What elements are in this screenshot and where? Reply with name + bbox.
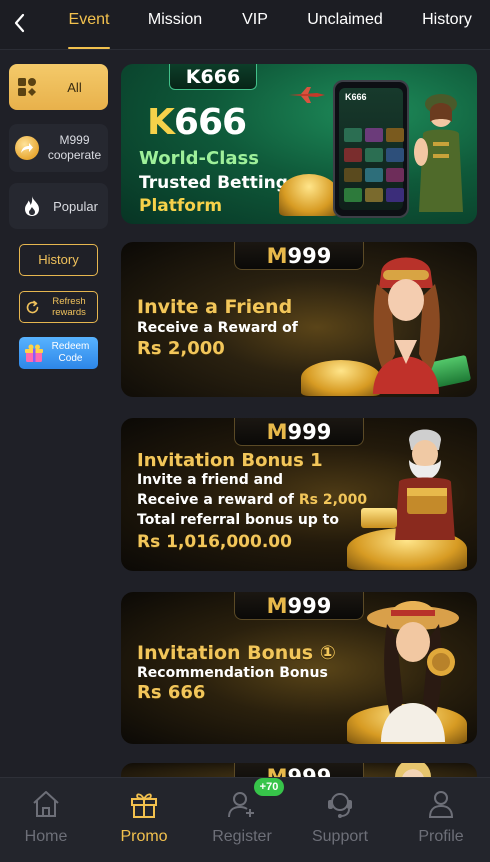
k666-logo-text: K666 <box>185 66 241 88</box>
k666-big-logo-num: 666 <box>173 102 247 143</box>
m999-logo-tab: M999 <box>234 418 364 446</box>
invite-friend-line-1: Receive a Reward of <box>137 320 298 336</box>
invitation-bonus-1-line-2: Receive a reward of Rs 2,000 <box>137 492 367 508</box>
nav-support-label: Support <box>311 828 369 845</box>
chevron-left-icon <box>14 13 25 33</box>
flame-icon <box>25 196 39 216</box>
refresh-icon <box>26 300 39 314</box>
phone-logo: K666 <box>345 92 367 102</box>
k666-line-3: Platform <box>139 196 223 216</box>
category-m999-cooperate-button[interactable]: M999 cooperate <box>9 124 108 172</box>
recommendation-bonus-amount: Rs 666 <box>137 682 206 703</box>
grid-apps-icon <box>18 78 36 96</box>
tab-mission[interactable]: Mission <box>126 0 224 50</box>
hat-girl-character-image <box>367 601 459 742</box>
aviator-girl-character-image <box>373 257 440 394</box>
m999-logo-num: 999 <box>287 420 332 444</box>
bottom-navigation: Home Promo Register Support Profile <box>0 777 490 862</box>
nav-register-label: Register <box>212 828 272 845</box>
m999-logo-m: M <box>266 594 288 618</box>
invitation-bonus-title: Invitation Bonus ① <box>137 642 336 664</box>
redeem-code-label: Redeem Code <box>51 341 90 364</box>
k666-big-logo: K666 <box>147 102 247 143</box>
top-bar: Event Mission VIP Unclaimed History <box>0 0 490 50</box>
k666-promo-banner[interactable]: K666 K666 World-Class Trusted Betting Pl… <box>121 64 477 224</box>
k666-line-1: World-Class <box>139 148 259 169</box>
headset-icon <box>328 793 352 818</box>
promo-screen: Event Mission VIP Unclaimed History All … <box>0 0 490 862</box>
m999-logo-text: M999 <box>235 420 363 444</box>
invitation-bonus-1-line-3: Total referral bonus up to <box>137 512 339 528</box>
tab-bar: Event Mission VIP Unclaimed History <box>52 0 490 50</box>
tab-history[interactable]: History <box>404 0 490 50</box>
nav-profile-label: Profile <box>418 828 464 845</box>
m999-logo-tab: M999 <box>234 242 364 270</box>
back-button[interactable] <box>8 10 34 36</box>
person-icon <box>428 791 454 818</box>
k666-line-2: Trusted Betting <box>139 173 288 193</box>
category-all-button[interactable]: All <box>9 64 108 110</box>
invitation-bonus-recommendation-banner[interactable]: M999 Invitation Bonus ① Recommendation B… <box>121 592 477 744</box>
invitation-bonus-1-line-2a: Receive a reward of <box>137 492 294 508</box>
invite-friend-banner[interactable]: M999 Invite a Friend Receive a Reward of… <box>121 242 477 397</box>
m999-logo-text: M999 <box>235 594 363 618</box>
home-icon <box>33 791 59 817</box>
tab-event[interactable]: Event <box>52 0 126 50</box>
refresh-rewards-label: Refresh rewards <box>52 296 86 318</box>
nav-promo[interactable]: Promo <box>95 778 193 862</box>
k666-big-logo-k: K <box>147 102 175 143</box>
invite-friend-title: Invite a Friend <box>137 296 293 318</box>
golden-ingot-image <box>361 508 397 528</box>
nav-promo-label: Promo <box>120 828 168 845</box>
register-bonus-badge: +70 <box>254 778 284 796</box>
m999-logo-m: M <box>266 244 288 268</box>
nav-support[interactable]: Support <box>291 778 389 862</box>
phone-mockup-image: K666 <box>333 80 409 218</box>
m999-logo-num: 999 <box>287 244 332 268</box>
category-popular-button[interactable]: Popular <box>9 183 108 229</box>
tab-vip[interactable]: VIP <box>224 0 286 50</box>
pilot-character-image <box>414 94 463 212</box>
nav-home[interactable]: Home <box>0 778 95 862</box>
nav-home-label: Home <box>24 828 68 845</box>
m999-logo-text: M999 <box>235 244 363 268</box>
invitation-bonus-1-title: Invitation Bonus 1 <box>137 450 323 471</box>
add-user-icon <box>228 792 254 818</box>
invite-friend-amount: Rs 2,000 <box>137 338 225 359</box>
invitation-bonus-1-line-2b: Rs 2,000 <box>298 492 368 508</box>
gold-treasure-image <box>279 174 339 216</box>
gift-icon <box>131 793 157 818</box>
category-all-label: All <box>67 79 82 95</box>
m999-logo-num: 999 <box>287 594 332 618</box>
tab-unclaimed[interactable]: Unclaimed <box>286 0 404 50</box>
category-popular-label: Popular <box>53 198 98 214</box>
invitation-bonus-1-banner[interactable]: M999 Invitation Bonus 1 Invite a friend … <box>121 418 477 571</box>
recommendation-bonus-line: Recommendation Bonus <box>137 665 328 681</box>
redeem-code-button[interactable]: Redeem Code <box>19 337 98 369</box>
history-button[interactable]: History <box>19 244 98 276</box>
refresh-rewards-button[interactable]: Refresh rewards <box>19 291 98 323</box>
m999-logo-tab: M999 <box>234 592 364 620</box>
invitation-bonus-1-line-1: Invite a friend and <box>137 472 284 488</box>
airplane-icon <box>289 87 325 103</box>
share-coin-icon <box>15 136 39 160</box>
gift-box-icon <box>25 344 43 362</box>
m999-logo-m: M <box>266 420 288 444</box>
k666-logo-tab: K666 <box>169 64 257 90</box>
category-m999-label: M999 cooperate <box>47 133 102 162</box>
invitation-bonus-1-amount: Rs 1,016,000.00 <box>137 532 292 552</box>
nav-profile[interactable]: Profile <box>392 778 490 862</box>
